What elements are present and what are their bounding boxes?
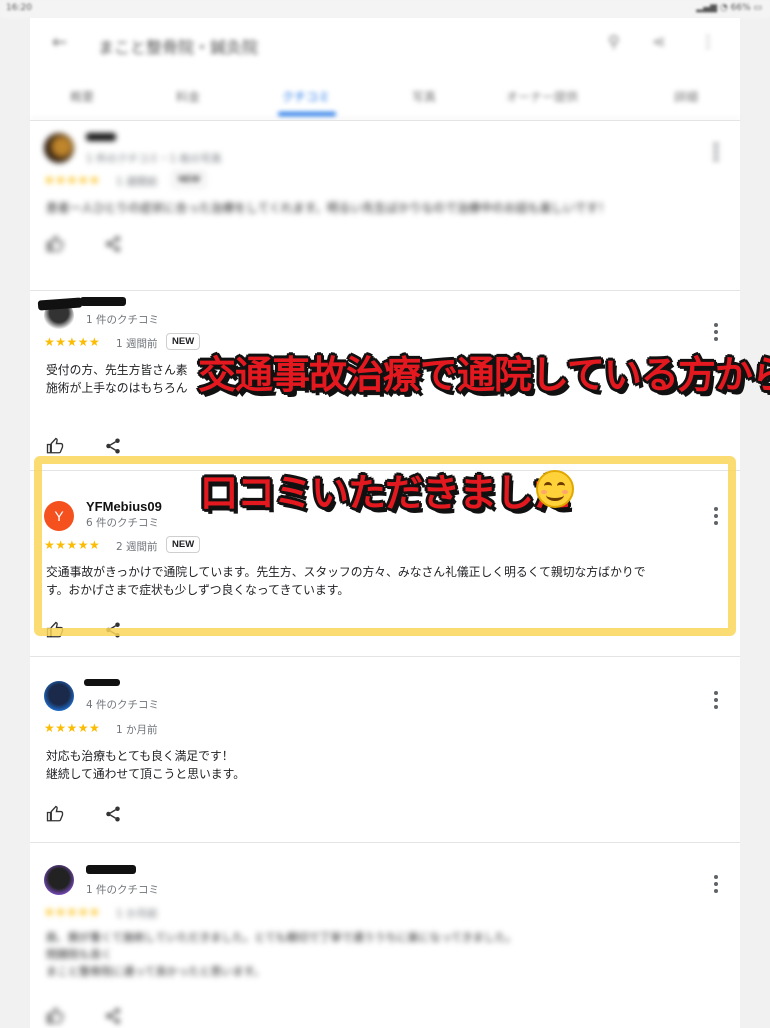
review-count: 1 件のクチコミ	[86, 314, 160, 326]
more-options-icon[interactable]	[714, 323, 718, 344]
star-rating: ★★★★★	[44, 335, 101, 349]
avatar	[44, 133, 74, 163]
new-badge: NEW	[166, 333, 201, 350]
redacted-name	[86, 133, 116, 141]
star-rating: ★★★★★	[44, 721, 101, 735]
new-badge: NEW	[172, 171, 207, 188]
review-text: 患者一人ひとりの症状に合った治療をしてくれます。明るい先生ばかりなので治療中のお…	[46, 201, 610, 215]
thumbs-up-icon[interactable]	[46, 805, 64, 823]
review-count: 1 件のクチコミ・1 枚の写真	[86, 153, 222, 165]
overlay-caption-line1: 交通事故治療で通院している方から	[198, 353, 770, 397]
star-rating: ★★★★★	[44, 173, 101, 187]
more-vert-icon[interactable]: ⋮	[700, 32, 716, 51]
review-text: 対応も治療もとても良く満足です！ 継続して通わせて頂こうと思います。	[46, 749, 246, 781]
share-icon[interactable]	[104, 437, 122, 455]
tab-photos[interactable]: 写真	[412, 88, 436, 105]
review-card: 1 件のクチコミ ★★★★★ 1 か月前 肩、腕が重くて施術していただきました。…	[30, 842, 740, 1028]
review-card: 1 件のクチコミ・1 枚の写真 ★★★★★ 1 週間前 NEW 患者一人ひとりの…	[30, 120, 740, 291]
overlay-caption-line2: 口コミいただきました	[200, 471, 571, 515]
thumbs-up-icon[interactable]	[46, 437, 64, 455]
active-tab-indicator	[278, 112, 336, 116]
tab-reviews[interactable]: クチコミ	[282, 88, 330, 105]
redacted-name	[84, 679, 120, 686]
tab-owner[interactable]: オーナー提供	[506, 88, 578, 105]
smiley-emoji-icon	[536, 470, 574, 508]
app-bar: ← まこと整骨院・鍼灸院 ⚲ ⋖ ⋮	[30, 18, 740, 72]
redacted-name	[86, 865, 136, 874]
more-options-icon[interactable]	[714, 875, 718, 896]
more-options-icon[interactable]	[714, 143, 718, 164]
share-icon[interactable]	[104, 805, 122, 823]
review-date: 1 か月前	[116, 724, 158, 736]
redacted-avatar	[37, 297, 83, 311]
thumbs-up-icon[interactable]	[46, 235, 64, 253]
page-title: まこと整骨院・鍼灸院	[98, 38, 259, 57]
redacted-name	[80, 297, 126, 306]
thumbs-up-icon[interactable]	[46, 1007, 64, 1025]
more-options-icon[interactable]	[714, 691, 718, 712]
status-bar: 16:20 ▂▄▆ ◔ 66% ▭	[0, 0, 770, 18]
tab-details[interactable]: 詳細	[674, 88, 698, 105]
share-icon[interactable]	[104, 1007, 122, 1025]
review-card: 4 件のクチコミ ★★★★★ 1 か月前 対応も治療もとても良く満足です！ 継続…	[30, 656, 740, 843]
review-text: 肩、腕が重くて施術していただきました。とても親切で丁寧で通ううちに楽になってきま…	[46, 931, 517, 978]
review-date: 1 か月前	[116, 908, 158, 920]
avatar	[44, 865, 74, 895]
avatar	[44, 681, 74, 711]
review-date: 1 週間前	[116, 338, 158, 350]
tab-overview[interactable]: 概要	[70, 88, 94, 105]
share-icon[interactable]: ⋖	[652, 32, 665, 51]
back-arrow-icon[interactable]: ←	[52, 32, 67, 53]
share-icon[interactable]	[104, 235, 122, 253]
star-rating: ★★★★★	[44, 905, 101, 919]
status-time: 16:20	[6, 3, 32, 13]
review-count: 1 件のクチコミ	[86, 884, 160, 896]
status-icons: ▂▄▆ ◔ 66% ▭	[696, 3, 762, 13]
tab-bar: 概要 料金 クチコミ 写真 オーナー提供 詳細	[30, 74, 740, 119]
search-icon[interactable]: ⚲	[608, 32, 620, 51]
review-count: 4 件のクチコミ	[86, 699, 160, 711]
tab-prices[interactable]: 料金	[176, 88, 200, 105]
review-date: 1 週間前	[116, 176, 158, 188]
